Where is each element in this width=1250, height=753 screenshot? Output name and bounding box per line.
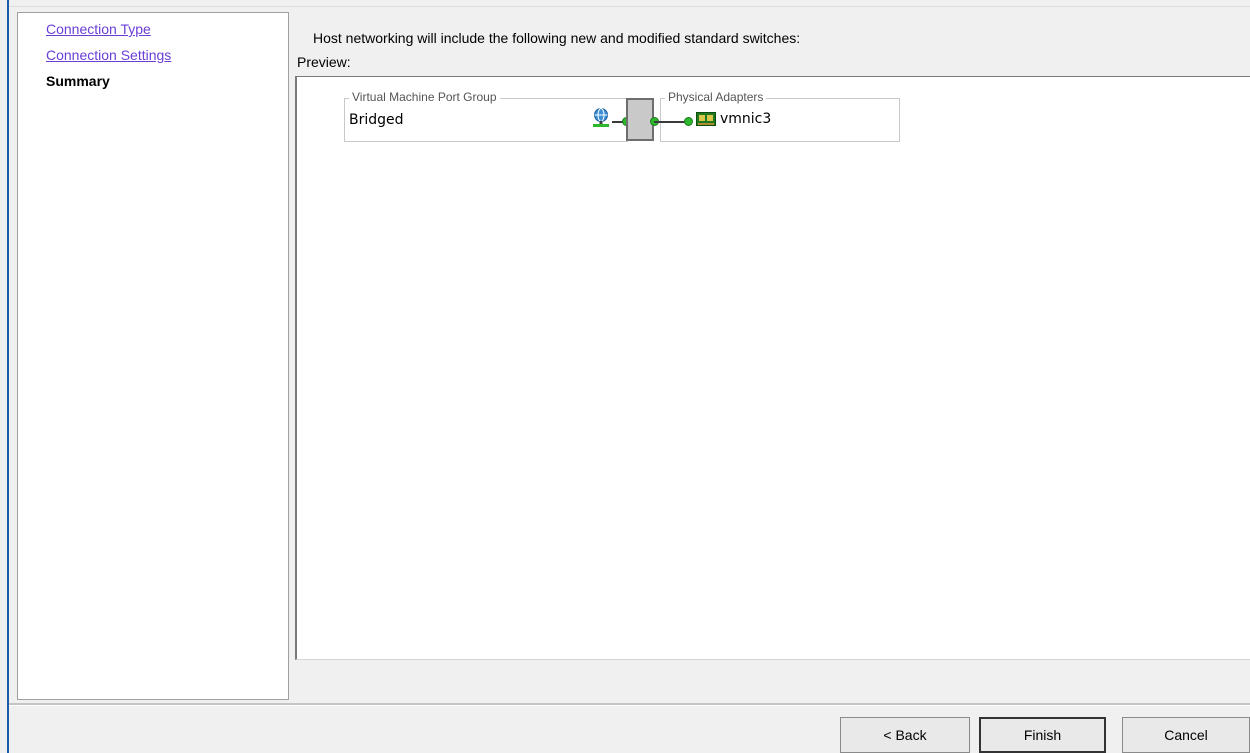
preview-label: Preview: <box>297 54 351 70</box>
port-group-box: Virtual Machine Port Group Bridged <box>344 90 628 142</box>
wizard-steps-panel: Connection Type Connection Settings Summ… <box>17 12 289 700</box>
network-preview-pane <box>295 76 1250 660</box>
footer-divider <box>9 703 1250 706</box>
physical-adapter-name[interactable]: vmnic3 <box>720 111 771 127</box>
vm-network-icon <box>593 108 609 127</box>
step-connection-settings[interactable]: Connection Settings <box>46 47 171 63</box>
step-connection-type[interactable]: Connection Type <box>46 21 151 37</box>
nic-icon <box>696 112 716 126</box>
adapter-port-dot <box>684 117 693 126</box>
step-summary: Summary <box>46 73 110 89</box>
uplink-wire <box>654 121 686 123</box>
port-group-legend: Virtual Machine Port Group <box>349 90 500 104</box>
port-group-name[interactable]: Bridged <box>349 112 404 128</box>
back-button[interactable]: < Back <box>840 717 970 753</box>
cancel-button[interactable]: Cancel <box>1122 717 1250 753</box>
summary-intro-text: Host networking will include the followi… <box>313 30 801 46</box>
window-edge <box>0 0 9 753</box>
physical-adapters-legend: Physical Adapters <box>665 90 767 104</box>
top-separator <box>9 0 1250 7</box>
finish-button[interactable]: Finish <box>979 717 1106 753</box>
